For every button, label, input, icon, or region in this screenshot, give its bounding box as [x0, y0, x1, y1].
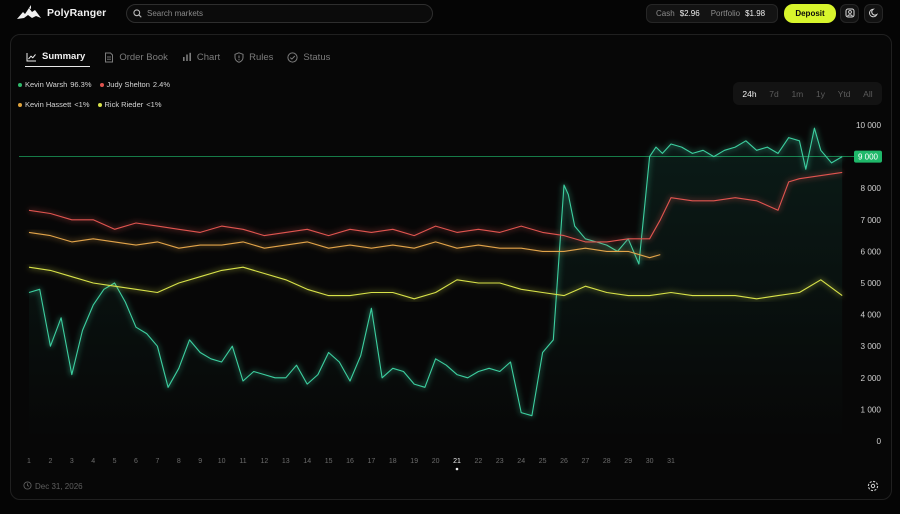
x-tick-label: 1: [27, 458, 31, 465]
x-tick-label: 22: [475, 458, 483, 465]
brand[interactable]: PolyRanger: [16, 5, 106, 21]
search-icon: [133, 5, 142, 23]
x-tick-label: 21: [453, 458, 461, 465]
x-tick-label: 14: [303, 458, 311, 465]
y-tick-label: 7 000: [861, 216, 882, 225]
reference-tag-label: 9 000: [858, 153, 879, 162]
x-tick-label: 5: [113, 458, 117, 465]
account-icon: [845, 5, 855, 23]
y-tick-label: 2 000: [861, 374, 882, 383]
y-tick-label: 6 000: [861, 247, 882, 256]
x-tick-label: 30: [646, 458, 654, 465]
x-tick-label: 19: [410, 458, 418, 465]
x-tick-label: 25: [539, 458, 547, 465]
date-label: Dec 31, 2026: [35, 482, 83, 491]
cash-value: $2.96: [679, 9, 700, 18]
y-tick-label: 5 000: [861, 279, 882, 288]
x-tick-label: 24: [517, 458, 525, 465]
cash-label: Cash: [656, 9, 675, 18]
clock-icon: [23, 481, 32, 492]
portfolio-value: $1.98: [745, 9, 766, 18]
y-tick-label: 0: [876, 437, 881, 446]
y-tick-label: 4 000: [861, 311, 882, 320]
gear-icon: [867, 479, 879, 496]
theme-toggle[interactable]: [864, 4, 883, 23]
search-input[interactable]: [147, 9, 417, 18]
x-tick-label: 16: [346, 458, 354, 465]
x-tick-label: 11: [239, 458, 246, 465]
x-tick-label: 18: [389, 458, 397, 465]
x-tick-label: 6: [134, 458, 138, 465]
chart-settings-button[interactable]: [867, 479, 880, 492]
x-tick-label: 31: [667, 458, 675, 465]
x-tick-label: 12: [261, 458, 269, 465]
x-tick-label: 20: [432, 458, 440, 465]
x-tick-label: 15: [325, 458, 333, 465]
y-tick-label: 8 000: [861, 184, 882, 193]
price-chart[interactable]: 10 000 8 000 7 000 6 000 5 000 4 000 3 000 2 00…: [11, 35, 891, 475]
y-tick-label: 3 000: [861, 342, 882, 351]
market-panel: Summary Order Book Chart Rules Status Ke…: [10, 34, 892, 500]
x-tick-label: 7: [155, 458, 159, 465]
moon-icon: [868, 5, 879, 23]
x-tick-label: 3: [70, 458, 74, 465]
search-bar[interactable]: [126, 4, 433, 23]
y-tick-label: 10 000: [856, 121, 881, 130]
portfolio-label: Portfolio: [710, 9, 741, 18]
x-tick-highlight-dot: [455, 467, 459, 471]
x-tick-label: 27: [582, 458, 590, 465]
x-tick-label: 23: [496, 458, 504, 465]
account-button[interactable]: [840, 4, 859, 23]
x-tick-label: 2: [48, 458, 52, 465]
x-tick-label: 28: [603, 458, 611, 465]
dragon-logo-icon: [16, 5, 42, 21]
top-bar: PolyRanger Cash $2.96 Portfolio $1.98 De…: [0, 0, 900, 28]
x-tick-label: 29: [624, 458, 632, 465]
wallet-summary[interactable]: Cash $2.96 Portfolio $1.98: [646, 4, 778, 23]
x-tick-label: 4: [91, 458, 95, 465]
footer-date: Dec 31, 2026: [23, 481, 83, 492]
x-tick-label: 13: [282, 458, 290, 465]
x-tick-label: 17: [368, 458, 376, 465]
y-tick-label: 1 000: [861, 405, 882, 414]
x-tick-label: 26: [560, 458, 568, 465]
x-tick-label: 8: [177, 458, 181, 465]
deposit-button[interactable]: Deposit: [784, 4, 836, 23]
app-name: PolyRanger: [47, 7, 107, 19]
x-tick-label: 10: [218, 458, 226, 465]
series-area-kevin-warsh: [29, 128, 843, 441]
x-tick-label: 9: [198, 458, 202, 465]
